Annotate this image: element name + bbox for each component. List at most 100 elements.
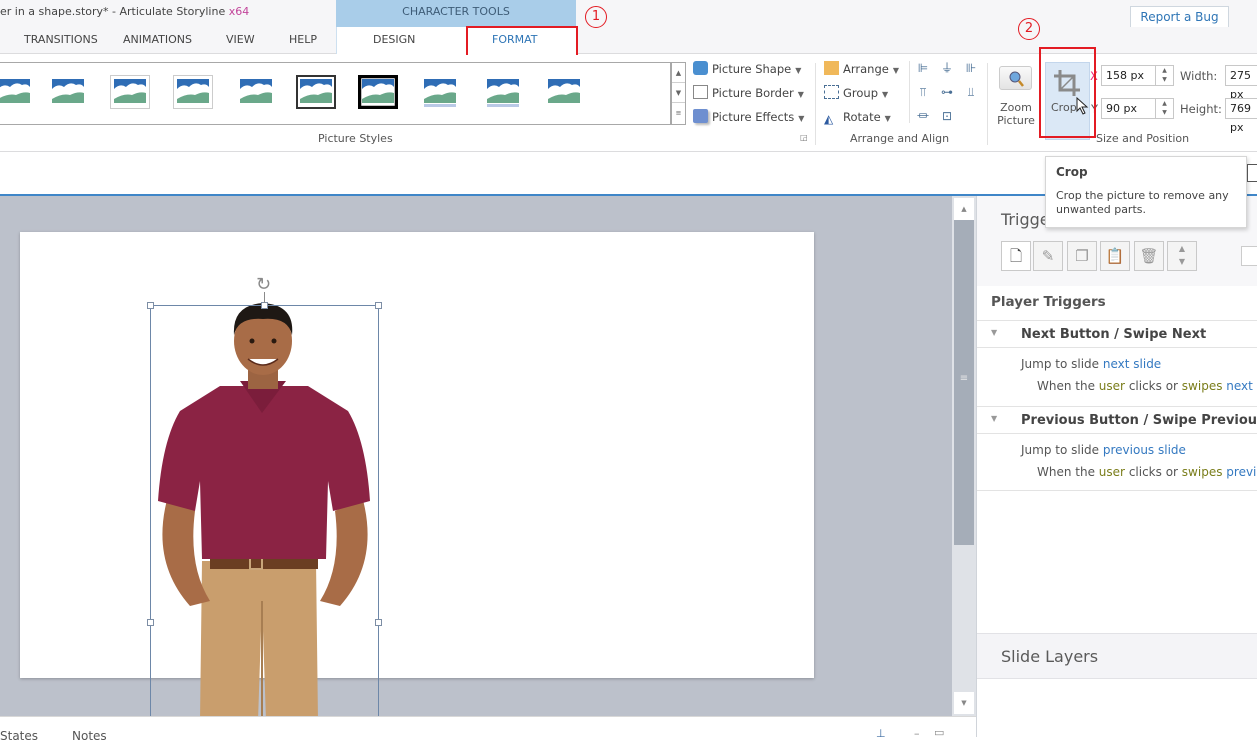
picture-style-thick-black-frame[interactable] xyxy=(357,74,399,110)
picture-effects-button[interactable]: Picture Effects ▼ xyxy=(693,108,804,126)
x-stepper[interactable]: ▲ ▼ xyxy=(1155,66,1173,85)
selection-box[interactable] xyxy=(150,305,379,716)
picture-style-reflected-oval[interactable] xyxy=(483,75,523,109)
slide-layers-title: Slide Layers xyxy=(1001,647,1099,666)
paste-trigger-icon[interactable]: 📋 xyxy=(1100,241,1130,271)
picture-border-icon xyxy=(693,85,708,99)
gallery-more-icon[interactable]: ≡ xyxy=(672,103,685,123)
align-right-icon[interactable]: ⊪ xyxy=(963,60,979,76)
trigger-condition[interactable]: When the user clicks or swipes next xyxy=(1037,379,1253,393)
x-position-input[interactable]: 158 px ▲ ▼ xyxy=(1101,65,1174,86)
vertical-scrollbar[interactable]: ▲ ≡ ▼ xyxy=(952,196,976,716)
height-value: 769 px xyxy=(1230,102,1251,134)
divider xyxy=(909,61,910,123)
group-icon xyxy=(824,85,839,99)
trigger-group-previous[interactable]: ▼ Previous Button / Swipe Previous xyxy=(977,406,1257,434)
new-trigger-icon[interactable]: 🗋 xyxy=(1001,241,1031,271)
scroll-up-icon[interactable]: ▲ xyxy=(954,198,974,220)
zoom-picture-label: Zoom Picture xyxy=(997,101,1035,127)
align-top-icon[interactable]: ⫪ xyxy=(915,84,931,100)
dialog-launcher-icon[interactable]: ◲ xyxy=(800,133,808,142)
report-bug-button[interactable]: Report a Bug xyxy=(1130,6,1229,29)
slide-canvas-area: ↻ xyxy=(0,196,952,716)
trigger-action[interactable]: Jump to slide previous slide xyxy=(1021,443,1186,457)
group-button[interactable]: Group ▼ xyxy=(824,84,888,102)
gallery-down-icon[interactable]: ▼ xyxy=(672,83,685,103)
picture-border-label: Picture Border xyxy=(712,86,794,100)
tooltip-title: Crop xyxy=(1056,165,1088,179)
distribute-vertical-icon[interactable]: ⊡ xyxy=(939,108,955,124)
tab-view[interactable]: VIEW xyxy=(226,33,255,46)
align-middle-icon[interactable]: ⊶ xyxy=(939,84,955,100)
picture-style-thick-matte-white[interactable] xyxy=(110,75,150,109)
picture-shape-button[interactable]: Picture Shape ▼ xyxy=(693,60,801,78)
tab-help[interactable]: HELP xyxy=(289,33,317,46)
resize-handle[interactable] xyxy=(147,302,154,309)
trigger-action[interactable]: Jump to slide next slide xyxy=(1021,357,1161,371)
picture-style-rotated-white[interactable] xyxy=(236,75,276,109)
picture-style-simple-frame-white[interactable] xyxy=(48,75,88,109)
align-left-icon[interactable]: ⊫ xyxy=(915,60,931,76)
height-label: Height: xyxy=(1180,102,1222,116)
condition-text: clicks or xyxy=(1128,379,1178,393)
delete-trigger-icon[interactable]: 🗑 xyxy=(1134,241,1164,271)
picture-border-button[interactable]: Picture Border ▼ xyxy=(693,84,804,102)
gallery-up-icon[interactable]: ▲ xyxy=(672,63,685,83)
player-triggers-heading: Player Triggers xyxy=(991,294,1106,310)
resize-handle[interactable] xyxy=(375,302,382,309)
tab-states[interactable]: States xyxy=(0,729,38,743)
resize-handle[interactable] xyxy=(147,619,154,626)
action-target-link[interactable]: next slide xyxy=(1103,357,1161,371)
picture-shape-icon xyxy=(693,61,708,75)
condition-user-link[interactable]: user xyxy=(1099,379,1125,393)
condition-verb-link[interactable]: swipes xyxy=(1182,465,1223,479)
pin-icon[interactable]: ⊥ xyxy=(876,727,886,740)
condition-target-link[interactable]: previous xyxy=(1226,465,1257,479)
chevron-down-icon: ▼ xyxy=(892,66,899,75)
condition-user-link[interactable]: user xyxy=(1099,465,1125,479)
picture-style-metal-frame[interactable] xyxy=(296,75,336,109)
collapse-icon[interactable]: ▼ xyxy=(991,328,997,337)
triggers-panel: Triggers 🗋 ✎ ❐ 📋 🗑 ▲ ▼ Player Triggers ▼ … xyxy=(976,196,1257,737)
y-stepper[interactable]: ▲ ▼ xyxy=(1155,99,1173,118)
width-input[interactable]: 275 px xyxy=(1225,65,1257,101)
condition-verb-link[interactable]: swipes xyxy=(1182,379,1223,393)
format-tab-highlight xyxy=(466,26,578,58)
arrange-button[interactable]: Arrange ▼ xyxy=(824,60,899,78)
condition-text: When the xyxy=(1037,379,1095,393)
maximize-icon[interactable]: ▭ xyxy=(934,726,944,739)
tab-transitions[interactable]: TRANSITIONS xyxy=(24,33,98,46)
picture-style-simple-frame-blue[interactable] xyxy=(0,75,34,109)
align-bottom-icon[interactable]: ⫫ xyxy=(963,84,979,100)
resize-handle[interactable] xyxy=(261,302,268,309)
collapse-icon[interactable]: ▼ xyxy=(991,414,997,423)
edit-trigger-icon[interactable]: ✎ xyxy=(1033,241,1063,271)
move-trigger-icon[interactable]: ▲ ▼ xyxy=(1167,241,1197,271)
gallery-scroll[interactable]: ▲ ▼ ≡ xyxy=(671,62,686,125)
trigger-search-input[interactable] xyxy=(1241,246,1257,266)
picture-style-plain[interactable] xyxy=(544,75,584,109)
condition-target-link[interactable]: next xyxy=(1226,379,1253,393)
x-value: 158 px xyxy=(1106,69,1144,82)
tab-animations[interactable]: ANIMATIONS xyxy=(123,33,192,46)
action-target-link[interactable]: previous slide xyxy=(1103,443,1186,457)
picture-style-reflected-rounded[interactable] xyxy=(420,75,460,109)
tab-notes[interactable]: Notes xyxy=(72,729,107,743)
copy-trigger-icon[interactable]: ❐ xyxy=(1067,241,1097,271)
minimize-icon[interactable]: – xyxy=(914,727,920,740)
distribute-horizontal-icon[interactable]: ⏛ xyxy=(915,108,931,124)
align-center-icon[interactable]: ⏚ xyxy=(939,60,955,76)
height-input[interactable]: 769 px xyxy=(1225,98,1257,134)
rotate-button[interactable]: ◭ Rotate ▼ xyxy=(824,108,891,126)
magnifier-icon xyxy=(999,66,1032,90)
y-position-input[interactable]: 90 px ▲ ▼ xyxy=(1101,98,1174,119)
zoom-picture-button[interactable]: Zoom Picture xyxy=(996,63,1036,133)
tab-design[interactable]: DESIGN xyxy=(373,33,415,46)
trigger-condition[interactable]: When the user clicks or swipes previous xyxy=(1037,465,1257,479)
scroll-down-icon[interactable]: ▼ xyxy=(954,692,974,714)
trigger-group-next[interactable]: ▼ Next Button / Swipe Next xyxy=(977,320,1257,348)
group-label: Group xyxy=(843,86,879,100)
resize-handle[interactable] xyxy=(375,619,382,626)
scroll-thumb[interactable]: ≡ xyxy=(954,220,974,545)
picture-style-soft-shadow[interactable] xyxy=(173,75,213,109)
